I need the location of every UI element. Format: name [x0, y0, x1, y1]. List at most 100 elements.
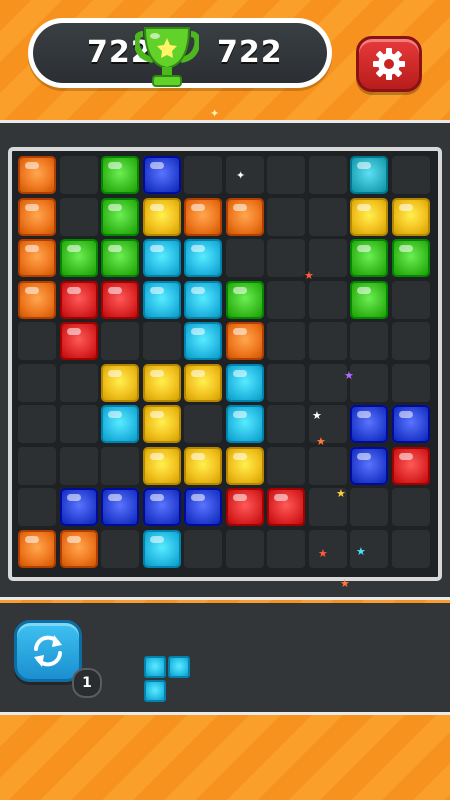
cyan-block — [142, 529, 181, 568]
board-cell[interactable] — [267, 280, 305, 319]
board-cell[interactable] — [59, 197, 98, 236]
orange-block — [59, 529, 98, 568]
settings-button[interactable] — [356, 36, 422, 92]
orange-block — [184, 197, 222, 236]
green-block — [59, 239, 98, 277]
board-cell[interactable] — [308, 280, 347, 319]
red-block — [391, 446, 430, 485]
sparkle: ★ — [304, 269, 314, 282]
red-block — [59, 322, 98, 360]
sparkle: ✦ — [236, 169, 246, 182]
yellow-block — [391, 197, 430, 236]
blue-block — [142, 488, 181, 526]
trophy-icon — [135, 27, 199, 87]
cyan-block — [184, 322, 222, 360]
board-cell[interactable] — [267, 239, 305, 277]
board-cell[interactable] — [59, 156, 98, 194]
orange-block — [18, 239, 56, 277]
orange-block — [18, 197, 56, 236]
blue-block — [350, 405, 388, 443]
board-cell[interactable] — [18, 446, 56, 485]
board-cell[interactable] — [391, 529, 430, 568]
board-cell[interactable] — [18, 488, 56, 526]
gear-icon — [373, 48, 405, 80]
board-cell[interactable] — [18, 405, 56, 443]
board-cell[interactable] — [267, 529, 305, 568]
yellow-block — [225, 446, 264, 485]
board-cell[interactable] — [350, 322, 388, 360]
board-cell[interactable] — [267, 446, 305, 485]
board-cell[interactable] — [391, 156, 430, 194]
board-cell[interactable] — [184, 529, 222, 568]
next-piece[interactable] — [144, 656, 190, 702]
sparkle: ★ — [336, 487, 346, 500]
sparkle: ★ — [356, 545, 366, 558]
board-cell[interactable] — [18, 322, 56, 360]
teal-block — [350, 156, 388, 194]
green-block — [101, 239, 139, 277]
green-block — [350, 239, 388, 277]
sparkle: ✦ — [210, 107, 220, 120]
rotate-arrows-icon — [34, 635, 62, 667]
blue-block — [101, 488, 139, 526]
green-block — [391, 239, 430, 277]
sparkle: ★ — [316, 435, 326, 448]
board-cell[interactable] — [225, 239, 264, 277]
orange-block — [18, 529, 56, 568]
green-block — [225, 280, 264, 319]
cyan-block — [184, 280, 222, 319]
board-cell[interactable] — [142, 322, 181, 360]
board-cell[interactable] — [308, 322, 347, 360]
board-cell[interactable] — [350, 363, 388, 402]
rotate-button[interactable] — [14, 620, 82, 682]
orange-block — [18, 156, 56, 194]
board-cell[interactable] — [267, 197, 305, 236]
red-block — [59, 280, 98, 319]
board-cell[interactable] — [391, 488, 430, 526]
green-block — [101, 197, 139, 236]
board-cell[interactable] — [59, 363, 98, 402]
board-cell[interactable] — [308, 239, 347, 277]
board-cell[interactable] — [267, 322, 305, 360]
board-cell[interactable] — [18, 363, 56, 402]
blue-block — [391, 405, 430, 443]
board-cell[interactable] — [267, 363, 305, 402]
red-block — [225, 488, 264, 526]
board-cell[interactable] — [59, 405, 98, 443]
yellow-block — [142, 363, 181, 402]
board-cell[interactable] — [101, 446, 139, 485]
cyan-block — [184, 239, 222, 277]
yellow-block — [184, 446, 222, 485]
board-cell[interactable] — [59, 446, 98, 485]
board-cell[interactable] — [184, 156, 222, 194]
rotate-count-badge: 1 — [72, 668, 102, 698]
board-cell[interactable] — [267, 156, 305, 194]
board-cell[interactable] — [101, 322, 139, 360]
next-piece-block — [144, 680, 166, 702]
green-block — [101, 156, 139, 194]
blue-block — [184, 488, 222, 526]
board-cell[interactable] — [308, 197, 347, 236]
cyan-block — [225, 405, 264, 443]
board-cell[interactable] — [225, 529, 264, 568]
orange-block — [225, 322, 264, 360]
board-cell[interactable] — [391, 280, 430, 319]
board-cell[interactable] — [308, 156, 347, 194]
blue-block — [142, 156, 181, 194]
blue-block — [59, 488, 98, 526]
board-cell[interactable] — [308, 446, 347, 485]
best-score: 722 — [217, 35, 283, 70]
board-cell[interactable] — [391, 363, 430, 402]
red-block — [267, 488, 305, 526]
board-cell[interactable] — [391, 322, 430, 360]
board-cell[interactable] — [308, 363, 347, 402]
board-cell[interactable] — [184, 405, 222, 443]
board-cell[interactable] — [350, 488, 388, 526]
red-block — [101, 280, 139, 319]
board-cell[interactable] — [101, 529, 139, 568]
board-cell[interactable] — [267, 405, 305, 443]
game-board[interactable] — [8, 147, 442, 581]
yellow-block — [142, 197, 181, 236]
next-piece-block — [144, 656, 166, 678]
sparkle: ★ — [344, 369, 354, 382]
